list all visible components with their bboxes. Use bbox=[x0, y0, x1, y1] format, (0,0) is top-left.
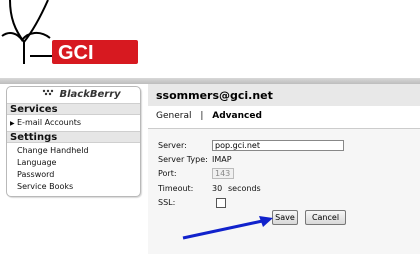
port-label: Port: bbox=[158, 169, 177, 178]
save-button[interactable]: Save bbox=[272, 210, 298, 225]
timeout-unit: seconds bbox=[228, 184, 261, 193]
sidebar-item-service-books[interactable]: Service Books bbox=[17, 182, 73, 191]
sidebar-item-password[interactable]: Password bbox=[17, 170, 54, 179]
blackberry-label: BlackBerry bbox=[59, 89, 121, 100]
gci-logo: GCI bbox=[1, 0, 138, 64]
blackberry-brand: BlackBerry bbox=[42, 89, 121, 100]
sidebar-item-change-handheld[interactable]: Change Handheld bbox=[17, 146, 89, 155]
sidebar-item-language[interactable]: Language bbox=[17, 158, 56, 167]
server-type-value: IMAP bbox=[212, 155, 232, 164]
blackberry-icon bbox=[42, 89, 54, 100]
server-label: Server: bbox=[158, 141, 187, 150]
annotation-arrow-icon bbox=[182, 216, 273, 240]
sidebar: BlackBerry Services ▶ E-mail Accounts Se… bbox=[6, 86, 141, 197]
tab-bar: General | Advanced bbox=[156, 111, 262, 121]
tab-advanced[interactable]: Advanced bbox=[212, 111, 262, 121]
timeout-label: Timeout: bbox=[158, 184, 194, 193]
timeout-value: 30 bbox=[212, 184, 223, 193]
ssl-checkbox[interactable] bbox=[216, 198, 226, 208]
logo-text: GCI bbox=[58, 42, 94, 64]
tab-separator: | bbox=[200, 111, 204, 121]
page-title: ssommers@gci.net bbox=[156, 89, 273, 102]
server-type-label: Server Type: bbox=[158, 155, 208, 164]
tab-general[interactable]: General bbox=[156, 111, 191, 121]
sidebar-section-settings: Settings bbox=[7, 131, 140, 143]
server-input[interactable]: pop.gci.net bbox=[212, 140, 344, 151]
header: GCI bbox=[0, 0, 420, 78]
sidebar-item-email-accounts[interactable]: E-mail Accounts bbox=[17, 118, 81, 127]
sidebar-section-services: Services bbox=[7, 103, 140, 115]
sidebar-selected-arrow-icon: ▶ bbox=[10, 120, 15, 127]
cancel-button[interactable]: Cancel bbox=[305, 210, 346, 225]
port-input[interactable]: 143 bbox=[212, 168, 234, 179]
ssl-label: SSL: bbox=[158, 198, 176, 207]
